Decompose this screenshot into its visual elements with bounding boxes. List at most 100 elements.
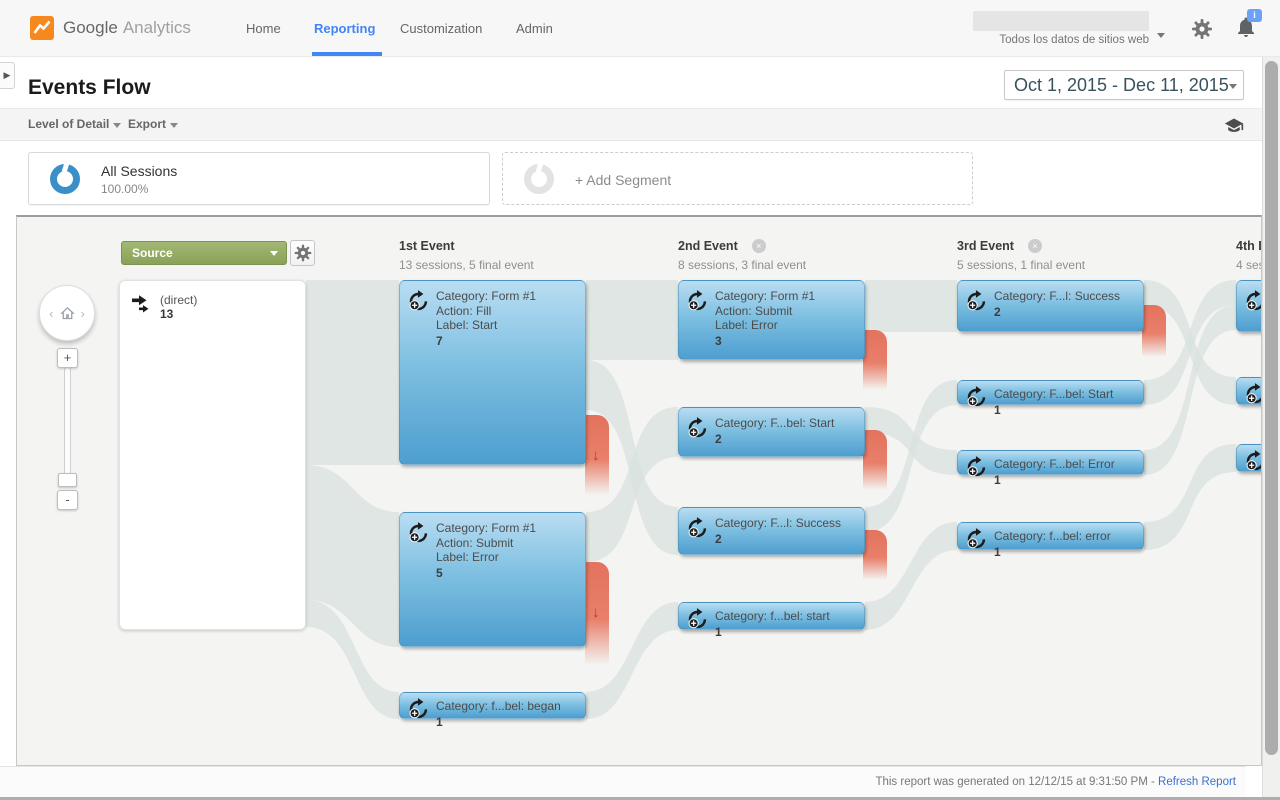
event-icon (686, 289, 707, 311)
event-node-4a[interactable] (1236, 280, 1262, 332)
event-icon (407, 521, 428, 543)
source-node-direct[interactable]: (direct) 13 (119, 280, 306, 630)
event-icon (686, 516, 707, 538)
event-node-label: Category: F...bel: Start 1 (994, 381, 1143, 417)
dimension-dropdown[interactable]: Source (121, 241, 287, 265)
zoom-in-button[interactable]: + (57, 348, 78, 368)
view-name: Todos los datos de sitios web (973, 34, 1149, 46)
account-chevron-down-icon[interactable] (1157, 25, 1165, 43)
nav-admin[interactable]: Admin (516, 21, 553, 36)
segment-ring-gray-icon (524, 164, 554, 194)
dropoff-arrow-icon: ↓ (592, 604, 600, 621)
event-node-label: Category: f...bel: start 1 (715, 603, 864, 639)
column-header-4th-event: 4th Event 4 sessions (1236, 237, 1262, 272)
date-range-selector[interactable]: Oct 1, 2015 - Dec 11, 2015 (1004, 70, 1244, 100)
nav-customization[interactable]: Customization (400, 21, 482, 36)
close-column-icon[interactable]: × (1028, 239, 1042, 253)
events-flow-canvas: Source 1st Event 13 sessions, 5 final ev… (16, 215, 1262, 766)
event-node-label: Category: Form #1Action: SubmitLabel: Er… (436, 513, 585, 580)
scrollbar-thumb[interactable] (1265, 61, 1278, 755)
segments-band: All Sessions 100.00% + Add Segment (0, 141, 1280, 215)
page-title: Events Flow (28, 76, 151, 100)
dropoff-band: ↓ (585, 415, 609, 495)
export-dropdown[interactable]: Export (128, 117, 178, 131)
brand-analytics: Analytics (123, 18, 191, 38)
event-node-3c[interactable]: Category: F...bel: Error 1 (957, 450, 1144, 475)
event-icon (407, 697, 428, 719)
date-range-caret-icon (1229, 76, 1244, 94)
entrance-arrows-icon (131, 294, 153, 314)
top-nav: Google Analytics Home Reporting Customiz… (0, 0, 1280, 57)
event-node-label: Category: F...bel: Error 1 (994, 451, 1143, 487)
event-node-1a[interactable]: Category: Form #1Action: FillLabel: Star… (399, 280, 586, 465)
event-node-label: Category: Form #1Action: FillLabel: Star… (436, 281, 585, 348)
event-node-label: Category: F...bel: Start 2 (715, 408, 864, 446)
close-column-icon[interactable]: × (752, 239, 766, 253)
source-node-count: 13 (160, 307, 173, 321)
segment-all-sessions[interactable]: All Sessions 100.00% (28, 152, 490, 205)
event-node-1c[interactable]: Category: f...bel: began 1 (399, 692, 586, 719)
event-node-label: Category: Form #1Action: SubmitLabel: Er… (715, 281, 864, 348)
analytics-logo-icon (30, 16, 54, 40)
event-icon (686, 607, 707, 629)
dropoff-arrow-icon: ↓ (592, 447, 600, 464)
brand-google: Google (63, 18, 118, 38)
event-node-label: Category: F...l: Success 2 (715, 508, 864, 546)
nav-reporting[interactable]: Reporting (314, 21, 375, 36)
event-node-2b[interactable]: Category: F...bel: Start 2 (678, 407, 865, 457)
add-segment-card[interactable]: + Add Segment (502, 152, 973, 205)
event-node-3d[interactable]: Category: f...bel: error 1 (957, 522, 1144, 550)
refresh-report-link[interactable]: Refresh Report (1158, 776, 1236, 788)
report-toolbar: Level of Detail Export (0, 108, 1280, 141)
zoom-out-button[interactable]: - (57, 490, 78, 510)
column-header-2nd-event: 2nd Event× 8 sessions, 3 final event (678, 237, 806, 272)
event-node-2a[interactable]: Category: Form #1Action: SubmitLabel: Er… (678, 280, 865, 360)
date-range-text: Oct 1, 2015 - Dec 11, 2015 (1005, 75, 1229, 96)
account-name-redacted[interactable] (973, 11, 1149, 31)
google-analytics-logo[interactable]: Google Analytics (30, 16, 191, 40)
level-of-detail-dropdown[interactable]: Level of Detail (28, 117, 121, 131)
dropoff-band (863, 330, 887, 390)
dropoff-band: ↓ (585, 562, 609, 665)
education-cap-icon[interactable] (1224, 116, 1244, 136)
zoom-slider-track[interactable] (64, 367, 71, 485)
event-icon (407, 289, 428, 311)
column-header-1st-event: 1st Event 13 sessions, 5 final event (399, 237, 534, 272)
column-header-3rd-event: 3rd Event× 5 sessions, 1 final event (957, 237, 1085, 272)
source-node-label: (direct) (160, 293, 197, 307)
flow-settings-gear-icon[interactable] (290, 240, 315, 266)
home-icon[interactable] (59, 305, 76, 322)
segment-name: All Sessions (101, 163, 177, 179)
event-node-4c[interactable] (1236, 444, 1262, 472)
event-node-2d[interactable]: Category: f...bel: start 1 (678, 602, 865, 630)
event-node-2c[interactable]: Category: F...l: Success 2 (678, 507, 865, 555)
event-node-3a[interactable]: Category: F...l: Success 2 (957, 280, 1144, 332)
sidebar-expand-arrow[interactable]: ▶ (0, 62, 15, 89)
flow-pan-home-control[interactable]: ‹ › (39, 285, 95, 341)
event-node-3b[interactable]: Category: F...bel: Start 1 (957, 380, 1144, 405)
event-node-label: Category: F...l: Success 2 (994, 281, 1143, 319)
event-node-label: Category: f...bel: error 1 (994, 523, 1143, 559)
notification-badge[interactable]: i (1247, 9, 1262, 22)
report-footer: This report was generated on 12/12/15 at… (0, 766, 1246, 797)
event-node-label: Category: f...bel: began 1 (436, 693, 585, 729)
settings-gear-icon[interactable] (1190, 17, 1214, 41)
event-icon (965, 385, 986, 407)
generated-timestamp: This report was generated on 12/12/15 at… (875, 776, 1154, 788)
event-node-4b[interactable] (1236, 377, 1262, 405)
dropoff-band (1142, 305, 1166, 357)
event-icon (965, 455, 986, 477)
event-node-1b[interactable]: Category: Form #1Action: SubmitLabel: Er… (399, 512, 586, 647)
segment-percent: 100.00% (101, 182, 148, 196)
active-tab-underline (312, 52, 382, 56)
nav-home[interactable]: Home (246, 21, 281, 36)
pan-left-chevron[interactable]: ‹ (49, 306, 53, 321)
event-icon (1244, 449, 1262, 471)
page-scrollbar[interactable] (1262, 57, 1280, 797)
pan-right-chevron[interactable]: › (81, 306, 85, 321)
dropoff-band (863, 430, 887, 490)
dropoff-band (863, 530, 887, 580)
zoom-slider-handle[interactable] (58, 473, 77, 487)
event-icon (1244, 289, 1262, 311)
event-icon (965, 527, 986, 549)
